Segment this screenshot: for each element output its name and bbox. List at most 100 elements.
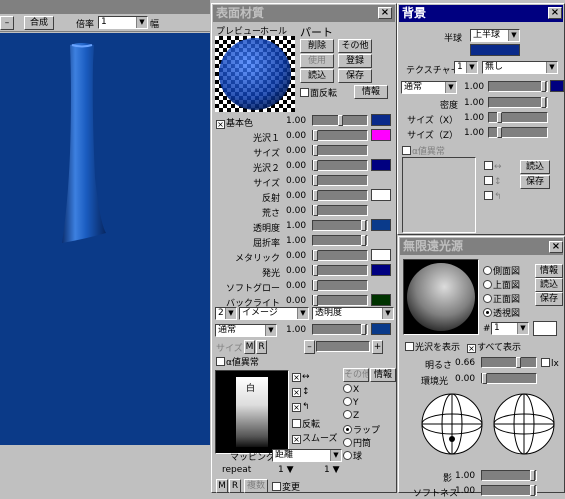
rotate-checkbox[interactable]: × ↰ [292,402,310,412]
shadow-slider[interactable] [481,470,537,481]
blend-slider[interactable] [312,324,368,335]
axis-radio[interactable]: Z [343,410,359,421]
prop-slider[interactable] [312,145,368,156]
view-radio[interactable]: 正面図 [483,292,520,305]
axis-radio[interactable]: X [343,384,359,395]
other-button[interactable]: その他 [338,39,372,53]
light-load-button[interactable]: 読込 [535,278,563,292]
bg-rotate[interactable]: ↰ [484,191,502,202]
bg-blend-select[interactable]: 通常 ▼ [401,81,457,94]
base-color-checkbox[interactable]: × 基本色 [216,116,253,129]
bg-mirror-v[interactable]: ↕ [484,176,502,187]
close-icon[interactable]: × [378,7,392,19]
bg-prop-slider[interactable] [488,112,548,123]
register-button[interactable]: 登録 [338,54,372,68]
multiple-button[interactable]: 複数 [244,479,268,493]
lx-checkbox[interactable]: lx [541,358,559,369]
toolbar-dash-button[interactable]: – [0,16,14,30]
save-button[interactable]: 保存 [338,69,372,83]
softness-slider[interactable] [481,485,537,496]
base-color-slider[interactable] [312,115,368,126]
light-titlebar[interactable]: 無限遠光源 [400,238,563,255]
view-radio[interactable]: 透視図 [483,306,520,319]
mapping-select[interactable]: 距離 ▼ [272,449,342,462]
prop-slider[interactable] [312,250,368,261]
r-button[interactable]: R [256,340,267,354]
layer-type-select[interactable]: イメージ ▼ [239,307,309,320]
prop-slider[interactable] [312,175,368,186]
view-radio[interactable]: 上面図 [483,278,520,291]
layer-target-select[interactable]: 透明度 ▼ [312,307,394,320]
bg-mirror-h[interactable]: ↔ [484,161,502,172]
prop-slider[interactable] [312,280,368,291]
background-titlebar[interactable]: 背景 [399,5,563,22]
mirror-v-checkbox[interactable]: × ↕ [292,387,310,397]
view-radio[interactable]: 側面図 [483,264,520,277]
base-color-swatch[interactable] [371,114,391,126]
axis-radio[interactable]: 球 [343,449,362,462]
repeat-x[interactable]: 1 ▼ [278,465,294,475]
prop-color-swatch[interactable] [371,129,391,141]
bg-blend-swatch[interactable] [550,80,564,92]
prop-color-swatch[interactable] [371,189,391,201]
prop-slider[interactable] [312,295,368,306]
hemisphere-select[interactable]: 上半球 ▼ [470,29,520,42]
ambient-slider[interactable] [481,373,537,384]
plus-button[interactable]: + [372,340,383,354]
prop-slider[interactable] [312,220,368,231]
blend-mode-select[interactable]: 通常 ▼ [215,324,277,337]
prop-slider[interactable] [312,205,368,216]
prop-slider[interactable] [312,160,368,171]
info-button[interactable]: 情報 [354,85,388,99]
close-icon[interactable]: × [549,241,563,253]
prop-slider[interactable] [312,130,368,141]
axis-radio[interactable]: Y [343,397,359,408]
prop-slider[interactable] [312,190,368,201]
prop-color-swatch[interactable] [371,249,391,261]
prop-color-swatch[interactable] [371,159,391,171]
layer-number-select[interactable]: 2 ▼ [215,307,237,320]
light-info-button[interactable]: 情報 [535,264,563,278]
prop-slider[interactable] [312,265,368,276]
load-button[interactable]: 読込 [300,69,334,83]
bg-prop-slider[interactable] [488,127,548,138]
bg-prop-slider[interactable] [488,97,548,108]
hemisphere-color-swatch[interactable] [470,44,520,56]
prop-color-swatch[interactable] [371,264,391,276]
repeat-y[interactable]: 1 ▼ [324,465,340,475]
show-gloss-checkbox[interactable]: 光沢を表示 [405,340,460,353]
light-direction-left-globe[interactable] [419,391,485,457]
bottom-r-button[interactable]: R [229,479,241,493]
m-button[interactable]: M [244,340,255,354]
light-save-button[interactable]: 保存 [535,292,563,306]
alpha-anomaly-checkbox[interactable]: α値異常 [216,355,259,368]
show-all-checkbox[interactable]: × すべて表示 [467,340,521,353]
light-direction-right-globe[interactable] [491,391,557,457]
use-button[interactable]: 使用 [300,54,334,68]
mirror-h-checkbox[interactable]: × ↔ [292,372,310,382]
material-titlebar[interactable]: 表面材質 [213,5,395,22]
blend-color-swatch[interactable] [371,323,391,335]
size-slider[interactable] [316,341,370,352]
flip-face-checkbox[interactable]: 面反転 [300,86,337,99]
bg-blend-slider[interactable] [488,81,548,92]
texture-select[interactable]: 無し ▼ [482,61,558,74]
delete-button[interactable]: 削除 [300,39,334,53]
render-viewport[interactable] [0,33,210,445]
other2-button[interactable]: その他 [343,368,369,382]
prop-slider[interactable] [312,235,368,246]
change-checkbox[interactable]: 変更 [272,480,300,493]
texture-number-select[interactable]: 1 ▼ [454,61,478,74]
light-number-select[interactable]: 1 ▼ [491,322,529,335]
axis-radio[interactable]: ラップ [343,423,380,436]
merge-button[interactable]: 合成 [24,16,54,30]
prop-color-swatch[interactable] [371,294,391,306]
bg-load-button[interactable]: 読込 [520,160,550,174]
prop-color-swatch[interactable] [371,219,391,231]
light-color-swatch[interactable] [533,321,557,336]
bg-save-button[interactable]: 保存 [520,175,550,189]
brightness-slider[interactable] [481,357,537,368]
axis-radio[interactable]: 円筒 [343,436,371,449]
smooth-checkbox[interactable]: × スムーズ [292,431,338,444]
zoom-select[interactable]: 1 ▼ [98,16,148,29]
